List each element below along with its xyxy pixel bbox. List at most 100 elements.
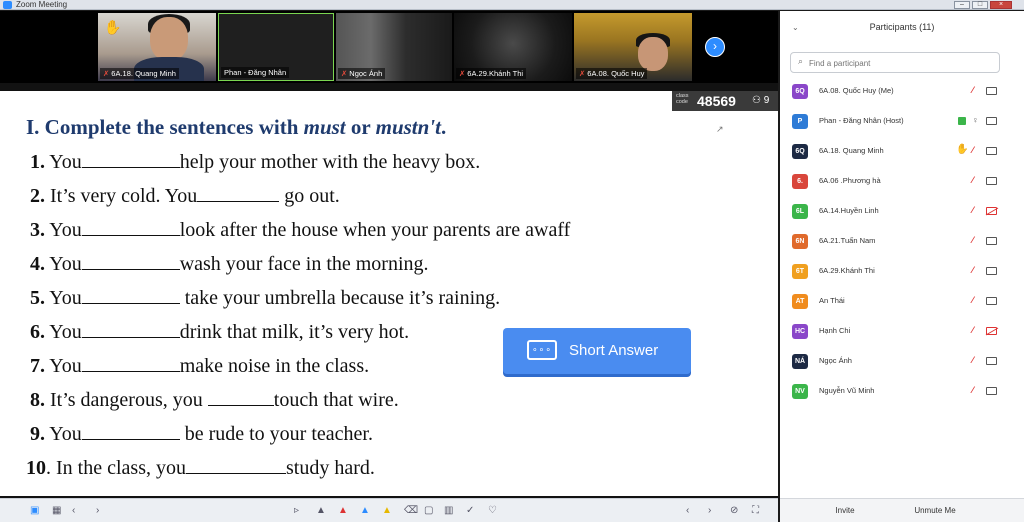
class-code-label: class code — [676, 93, 689, 105]
video-tile-label: ✗ 6A.29.Khánh Thi — [456, 68, 527, 79]
participants-title: Participants (11) — [869, 22, 935, 32]
video-tile-label: Phan - Đăng Nhân — [221, 67, 290, 78]
video-tile-active-speaker[interactable]: Phan - Đăng Nhân — [218, 13, 334, 81]
video-off-icon — [986, 207, 997, 215]
sentence-1: 1. You help your mother with the heavy bo… — [30, 151, 481, 173]
video-tile[interactable]: ✗ 6A.08. Quốc Huy — [574, 13, 692, 81]
participant-name: 6A.21.Tuấn Nam — [819, 236, 876, 245]
participant-name: 6A.06 .Phương hà — [819, 176, 881, 185]
mic-muted-icon: ⁄ — [972, 355, 974, 365]
meeting-main-area: ✋ ✗ 6A.18. Quang Minh Phan - Đăng Nhân ✗ N… — [0, 11, 778, 522]
heart-icon[interactable]: ♡ — [488, 504, 497, 518]
mic-muted-icon: ⁄ — [972, 325, 974, 335]
avatar: 6Q — [792, 84, 808, 99]
participant-row[interactable]: 6L 6A.14.Huyền Linh ⁄ — [780, 201, 1024, 223]
pen-blue-icon[interactable]: ▲ — [360, 504, 370, 518]
triangle-tool-icon[interactable]: ▲ — [316, 504, 326, 518]
participant-name: Ngọc Ánh — [819, 356, 852, 365]
pointer-icon[interactable]: ▹ — [294, 504, 299, 518]
chat-bubble-icon: ∘∘∘ — [527, 340, 557, 360]
participant-row[interactable]: 6T 6A.29.Khánh Thi ⁄ — [780, 261, 1024, 283]
people-icon: ⚇ 9 — [752, 95, 770, 106]
unmute-me-button[interactable]: Unmute Me — [898, 503, 972, 519]
class-code-badge: class code 48569 ⚇ 9 — [672, 91, 778, 111]
participant-row[interactable]: 6Q 6A.08. Quốc Huy (Me) ⁄ — [780, 81, 1024, 103]
sentence-6: 6. You drink that milk, it’s very hot. — [30, 321, 410, 343]
minimize-button[interactable]: – — [954, 1, 970, 9]
zoom-logo-icon — [3, 1, 12, 9]
mic-muted-icon: ⁄ — [972, 205, 974, 215]
participant-row[interactable]: HC Hạnh Chi ⁄ — [780, 321, 1024, 343]
annotation-toolbar: ▣ ▦ ‹ › ▹ ▲ ▲ ▲ ▲ ⌫ ▢ ▥ ✓ ♡ ‹ › ⊘ ⛶ — [0, 498, 778, 522]
video-tile[interactable]: ✗ Ngọc Ánh — [336, 13, 452, 81]
participant-row[interactable]: 6. 6A.06 .Phương hà ⁄ — [780, 171, 1024, 193]
chevron-left-icon[interactable]: ‹ — [72, 504, 75, 518]
answer-blank — [81, 356, 180, 372]
answer-blank — [81, 322, 180, 338]
sentence-9: 9. You be rude to your teacher. — [30, 423, 373, 445]
participant-search[interactable]: ⌕ — [790, 52, 1000, 73]
participant-row[interactable]: NV Nguyễn Vũ Minh ⁄ — [780, 381, 1024, 403]
participant-name: 6A.14.Huyền Linh — [819, 206, 879, 215]
avatar: NV — [792, 384, 808, 399]
participant-row[interactable]: AT An Thái ⁄ — [780, 291, 1024, 313]
video-icon — [986, 357, 997, 365]
participant-name: Hạnh Chi — [819, 326, 851, 335]
participant-name: Phan - Đăng Nhân (Host) — [819, 116, 904, 125]
participant-search-input[interactable] — [809, 56, 989, 70]
participant-row[interactable]: P Phan - Đăng Nhân (Host) ♀ — [780, 111, 1024, 133]
avatar: 6L — [792, 204, 808, 219]
class-code-value: 48569 — [697, 93, 736, 109]
close-button[interactable]: × — [990, 1, 1012, 9]
answer-blank — [207, 390, 274, 406]
comment-icon[interactable]: ▢ — [424, 504, 433, 518]
check-icon[interactable]: ✓ — [466, 504, 474, 518]
video-strip: ✋ ✗ 6A.18. Quang Minh Phan - Đăng Nhân ✗ N… — [0, 11, 778, 83]
muted-mic-icon: ✗ — [459, 69, 466, 78]
participant-row[interactable]: 6N 6A.21.Tuấn Nam ⁄ — [780, 231, 1024, 253]
answer-blank — [81, 424, 180, 440]
video-icon — [986, 387, 997, 395]
short-answer-button[interactable]: ∘∘∘ Short Answer — [503, 328, 691, 374]
participant-name: 6A.18. Quang Minh — [819, 146, 884, 155]
redo-icon[interactable]: › — [708, 504, 711, 518]
avatar: 6. — [792, 174, 808, 189]
invite-button[interactable]: Invite — [810, 503, 880, 519]
maximize-button[interactable]: □ — [972, 1, 988, 9]
participant-row[interactable]: 6Q 6A.18. Quang Minh ✋ ⁄ — [780, 141, 1024, 163]
mic-muted-icon: ⁄ — [972, 385, 974, 395]
app-icon[interactable]: ▣ — [30, 504, 39, 518]
muted-mic-icon: ✗ — [341, 69, 348, 78]
video-icon — [986, 147, 997, 155]
highlighter-icon[interactable]: ▲ — [382, 504, 392, 518]
mic-muted-icon: ⁄ — [972, 175, 974, 185]
visibility-off-icon[interactable]: ⊘ — [730, 504, 738, 518]
participant-name: 6A.08. Quốc Huy (Me) — [819, 86, 894, 95]
chart-icon[interactable]: ▥ — [444, 504, 453, 518]
video-icon — [986, 177, 997, 185]
video-tile[interactable]: ✋ ✗ 6A.18. Quang Minh — [98, 13, 216, 81]
undo-icon[interactable]: ‹ — [686, 504, 689, 518]
chevron-right-icon[interactable]: › — [705, 37, 725, 57]
participants-panel: ⌄ Participants (11) ⌕ 6Q6A.08. Quốc Huy … — [780, 11, 1024, 522]
window-titlebar: Zoom Meeting – □ × — [0, 0, 1024, 10]
fullscreen-icon[interactable]: ⛶ — [752, 504, 759, 518]
chevron-right-icon[interactable]: › — [96, 504, 99, 518]
pen-red-icon[interactable]: ▲ — [338, 504, 348, 518]
eraser-icon[interactable]: ⌫ — [404, 504, 418, 518]
answer-blank — [197, 186, 280, 202]
participant-row[interactable]: NÁ Ngọc Ánh ⁄ — [780, 351, 1024, 373]
sentence-5: 5. You take your umbrella because it’s r… — [30, 287, 501, 309]
expand-arrow-icon[interactable]: ↗ — [716, 124, 724, 135]
sentence-7: 7. You make noise in the class. — [30, 355, 370, 377]
student-count: 9 — [763, 95, 770, 106]
video-off-icon — [986, 327, 997, 335]
video-icon — [986, 237, 997, 245]
panel-footer: Invite Unmute Me — [780, 498, 1024, 522]
grid-icon[interactable]: ▦ — [52, 504, 61, 518]
participant-name: 6A.29.Khánh Thi — [819, 266, 875, 275]
mic-muted-icon: ⁄ — [972, 235, 974, 245]
short-answer-label: Short Answer — [569, 342, 659, 359]
sentence-10: 10. In the class, you study hard. — [26, 457, 375, 479]
video-tile[interactable]: ✗ 6A.29.Khánh Thi — [454, 13, 572, 81]
